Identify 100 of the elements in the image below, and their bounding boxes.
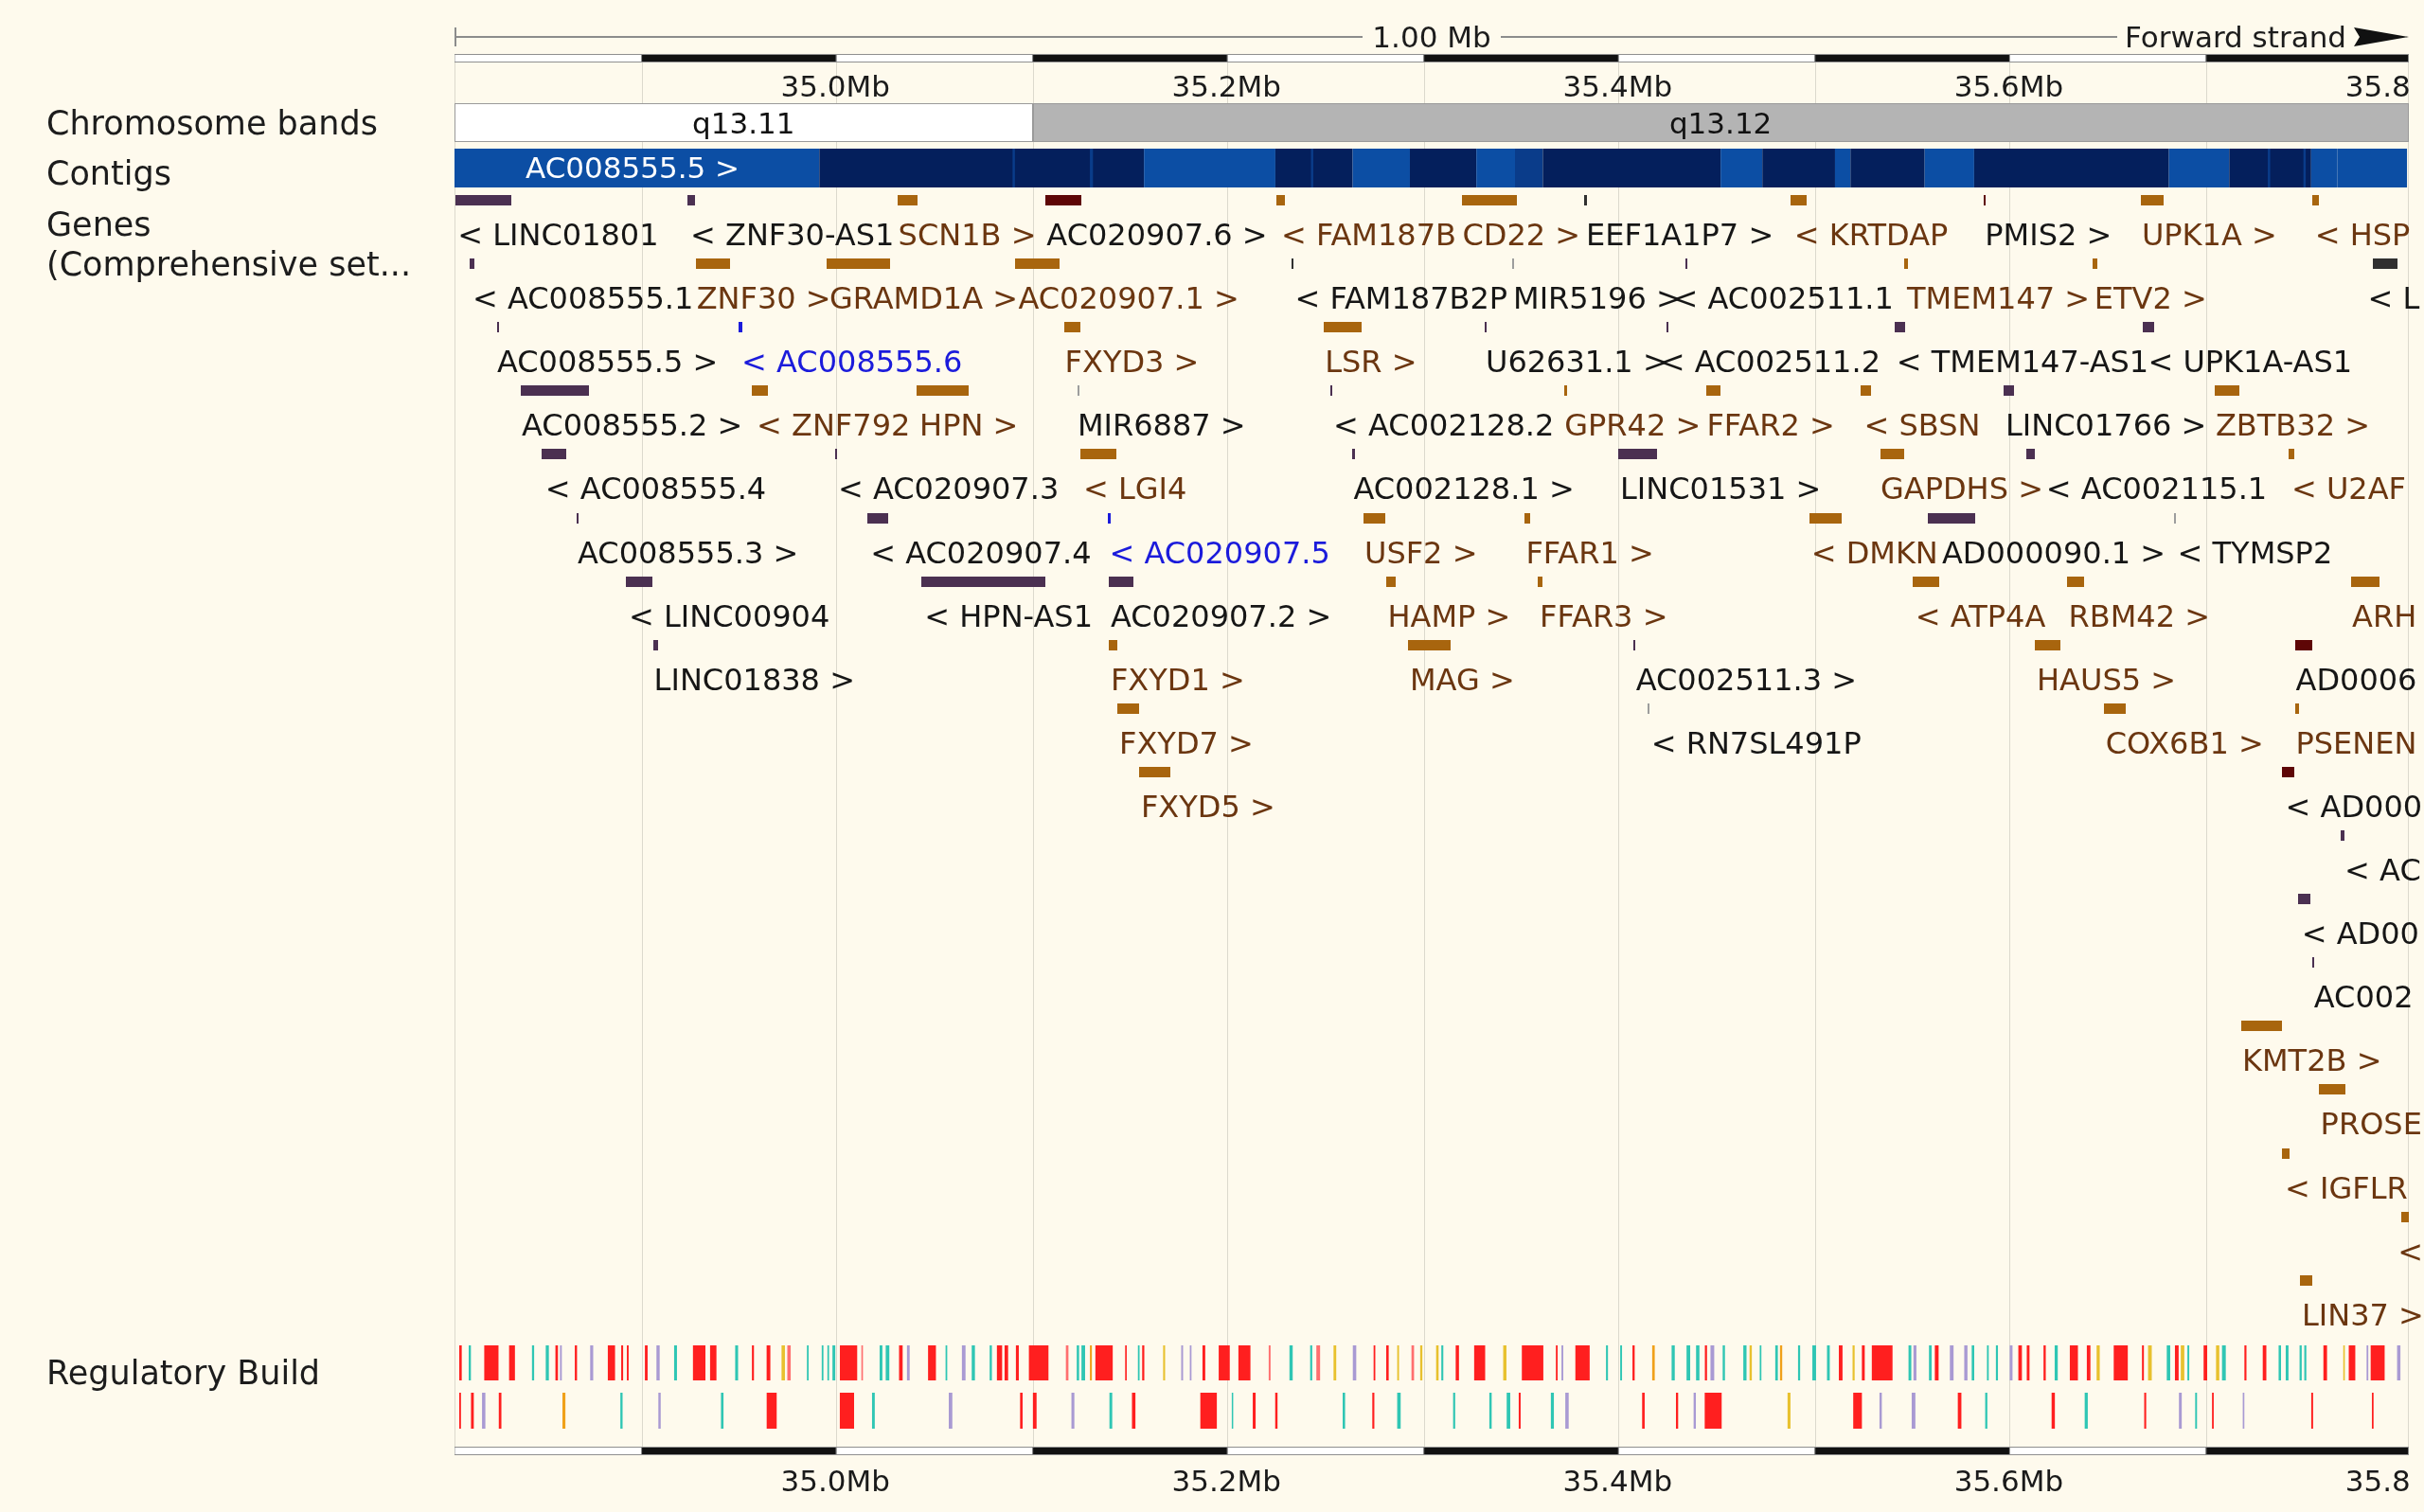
position-label: 35.4Mb (1562, 1464, 1673, 1498)
gene-bar[interactable] (496, 322, 499, 333)
gene-label: ZBTB32 > (2215, 407, 2370, 444)
gene-label: GPR42 > (1564, 407, 1702, 444)
gene-label: < ZNF792 (757, 407, 911, 444)
gene-label: < UPK1A-AS1 (2148, 344, 2353, 381)
gene-label: < DMKN (1810, 534, 1938, 571)
gene-label: LSR > (1325, 344, 1417, 381)
gene-label: AC002128.1 > (1353, 471, 1575, 507)
gene-label: EEF1A1P7 > (1586, 217, 1774, 253)
gene-label: < RN7SL491P (1650, 724, 1862, 761)
gene-label: < ZNF30-AS1 (689, 217, 895, 253)
gene-label: < AC002115.1 (2045, 471, 2268, 507)
gene-bar[interactable] (2294, 639, 2313, 650)
gene-label: FFAR3 > (1540, 597, 1668, 634)
gene-bar[interactable] (835, 449, 838, 460)
gene-label: LIN37 > (2302, 1296, 2424, 1333)
gene-bar[interactable] (1618, 449, 1658, 460)
gene-label: < LINC01801 (457, 217, 659, 253)
track-label: (Comprehensive set... (46, 244, 412, 284)
gene-label: LINC01766 > (2005, 407, 2207, 444)
gene-label: AC002511.3 > (1635, 661, 1857, 698)
position-label: 35.6Mb (1953, 69, 2064, 103)
gene-bar[interactable] (2142, 322, 2154, 333)
gene-bar[interactable] (625, 576, 652, 587)
gene-label: < AD000 (2285, 788, 2423, 825)
gene-bar[interactable] (1352, 449, 1355, 460)
gene-label: < AC (2344, 852, 2421, 888)
gene-bar[interactable] (921, 576, 1045, 587)
gene-label: < FAM187B2P (1294, 280, 1508, 317)
gene-label: LINC01838 > (653, 661, 855, 698)
gene-label: AC020907.1 > (1018, 280, 1239, 317)
gene-bar[interactable] (1633, 639, 1636, 650)
gene-bar[interactable] (2373, 258, 2398, 270)
gene-bar[interactable] (1045, 195, 1082, 205)
gene-bar[interactable] (2025, 449, 2036, 460)
gene-bar[interactable] (470, 258, 475, 270)
gene-label: KMT2B > (2242, 1042, 2382, 1079)
gene-bar[interactable] (1894, 322, 1905, 333)
gene-label: AC020907.6 > (1046, 217, 1268, 253)
gene-label: USF2 > (1364, 534, 1478, 571)
scale-length-label: 1.00 Mb (1371, 20, 1492, 54)
gene-label: AC020907.2 > (1110, 597, 1332, 634)
gene-bar[interactable] (1484, 322, 1487, 333)
gene-label: < (2397, 1233, 2424, 1270)
gene-bar[interactable] (2282, 766, 2295, 777)
gene-bar[interactable] (1684, 258, 1687, 270)
gene-label: RBM42 > (2068, 597, 2210, 634)
gene-label: < KRTDAP (1793, 217, 1949, 253)
gene-label: HPN > (919, 407, 1019, 444)
gene-bar[interactable] (652, 639, 659, 650)
gene-bar[interactable] (1927, 512, 1975, 524)
gene-label: < AC020907.4 (870, 534, 1092, 571)
gene-label: SCN1B > (898, 217, 1037, 253)
contig-bar[interactable] (454, 149, 2408, 187)
gene-label: GRAMD1A > (829, 280, 1018, 317)
gene-bar[interactable] (1109, 576, 1133, 587)
gene-label: HAMP > (1387, 597, 1511, 634)
gene-label: LINC01531 > (1620, 471, 1822, 507)
gene-bar[interactable] (542, 449, 566, 460)
gene-label: < AC020907.3 (837, 471, 1060, 507)
gene-label: COX6B1 > (2105, 724, 2264, 761)
gene-label: FXYD5 > (1140, 788, 1275, 825)
gene-label: AC008555.3 > (577, 534, 799, 571)
track-label: Contigs (46, 153, 171, 193)
gene-bar[interactable] (2003, 385, 2014, 397)
gene-label: AD000090.1 > (1941, 534, 2166, 571)
gene-label: < AC008555.6 (741, 344, 963, 381)
gene-bar[interactable] (1330, 385, 1333, 397)
track-label: Regulatory Build (46, 1354, 321, 1392)
gene-bar[interactable] (1107, 512, 1111, 524)
position-label: 35.2Mb (1171, 1464, 1281, 1498)
gene-bar[interactable] (1292, 258, 1294, 270)
gene-bar[interactable] (520, 385, 589, 397)
gene-bar[interactable] (2340, 830, 2344, 841)
gene-label: < TMEM147-AS1 (1896, 344, 2149, 381)
gene-label: < TYMSP2 (2177, 534, 2333, 571)
chromosome-band: q13.12 (1032, 103, 2409, 142)
position-label: 35.8 (2344, 69, 2411, 103)
gene-label: AC002 (2313, 979, 2414, 1016)
gene-label: UPK1A > (2141, 217, 2277, 253)
gene-bar[interactable] (576, 512, 579, 524)
gene-bar[interactable] (686, 195, 696, 205)
gene-label: CD22 > (1462, 217, 1581, 253)
gene-bar[interactable] (738, 322, 742, 333)
gene-bar[interactable] (2311, 957, 2315, 969)
position-label: 35.8 (2344, 1464, 2411, 1498)
gene-label: FXYD1 > (1110, 661, 1245, 698)
gene-bar[interactable] (1666, 322, 1668, 333)
gene-label: PROSE (2320, 1106, 2422, 1143)
gene-label: < AC020907.5 (1109, 534, 1330, 571)
gene-label: FXYD7 > (1119, 724, 1254, 761)
gene-bar[interactable] (1984, 195, 1987, 205)
gene-label: ZNF30 > (696, 280, 831, 317)
position-label: 35.2Mb (1171, 69, 1281, 103)
gene-bar[interactable] (2298, 894, 2310, 905)
gene-bar[interactable] (866, 512, 888, 524)
gene-label: FFAR2 > (1706, 407, 1835, 444)
gene-label: GAPDHS > (1880, 471, 2043, 507)
gene-label: MIR6887 > (1077, 407, 1246, 444)
